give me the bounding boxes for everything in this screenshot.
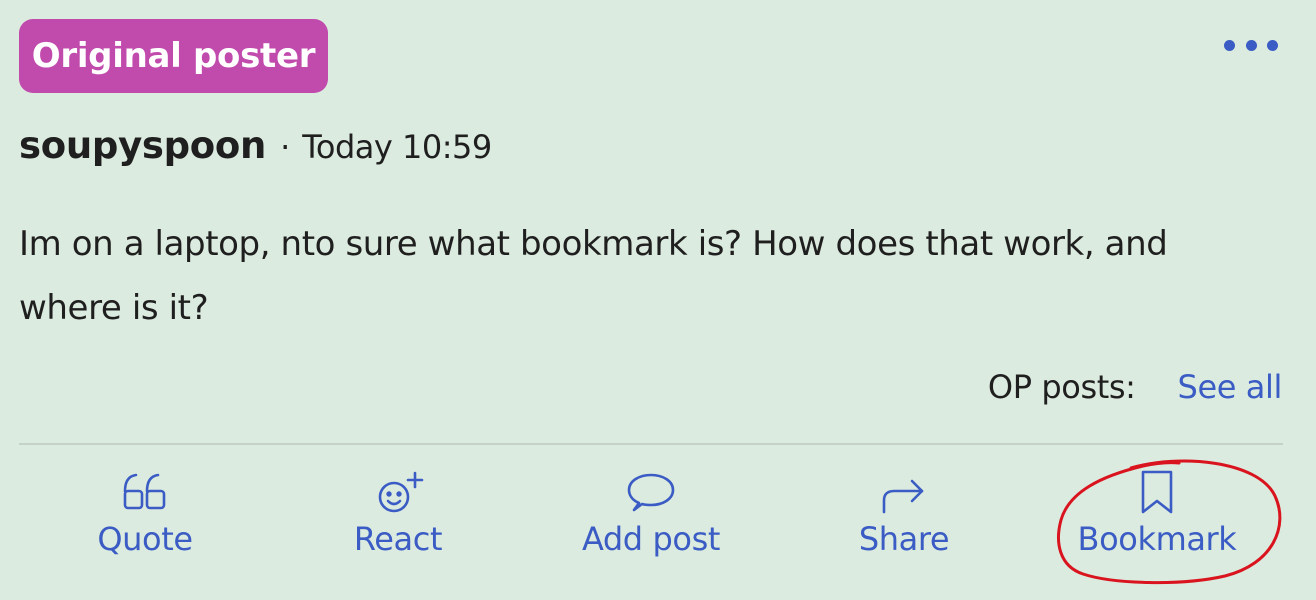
see-all-link[interactable]: See all [1178,368,1283,406]
post-timestamp[interactable]: Today 10:59 [302,128,492,166]
add-post-label: Add post [581,520,721,558]
original-poster-badge: Original poster [19,19,328,93]
share-label: Share [858,520,950,558]
share-button[interactable]: Share [850,466,958,576]
share-arrow-icon [882,479,924,514]
quote-icon [123,473,166,510]
add-post-button[interactable]: Add post [568,466,734,576]
bookmark-button[interactable]: Bookmark [1068,466,1246,576]
speech-bubble-icon [627,473,675,512]
smiley-plus-icon [378,471,424,513]
quote-button[interactable]: Quote [90,466,200,576]
meta-separator: · [280,128,291,166]
quote-label: Quote [97,520,193,558]
more-dot-icon [1267,39,1278,51]
post-meta: soupyspoon · Today 10:59 [19,124,492,180]
post-card: Original poster soupyspoon · Today 10:59… [0,0,1316,600]
react-label: React [353,520,443,558]
op-posts-row: OP posts: See all [988,362,1282,412]
author-name[interactable]: soupyspoon [19,124,266,167]
post-body: Im on a laptop, nto sure what bookmark i… [19,224,1168,328]
more-dot-icon [1224,39,1235,51]
more-options-button[interactable] [1224,30,1278,60]
divider [19,443,1283,445]
bookmark-label: Bookmark [1077,520,1237,558]
react-button[interactable]: React [340,466,456,576]
bookmark-icon [1141,470,1173,514]
op-posts-label: OP posts: [987,368,1136,406]
more-dot-icon [1245,39,1257,51]
